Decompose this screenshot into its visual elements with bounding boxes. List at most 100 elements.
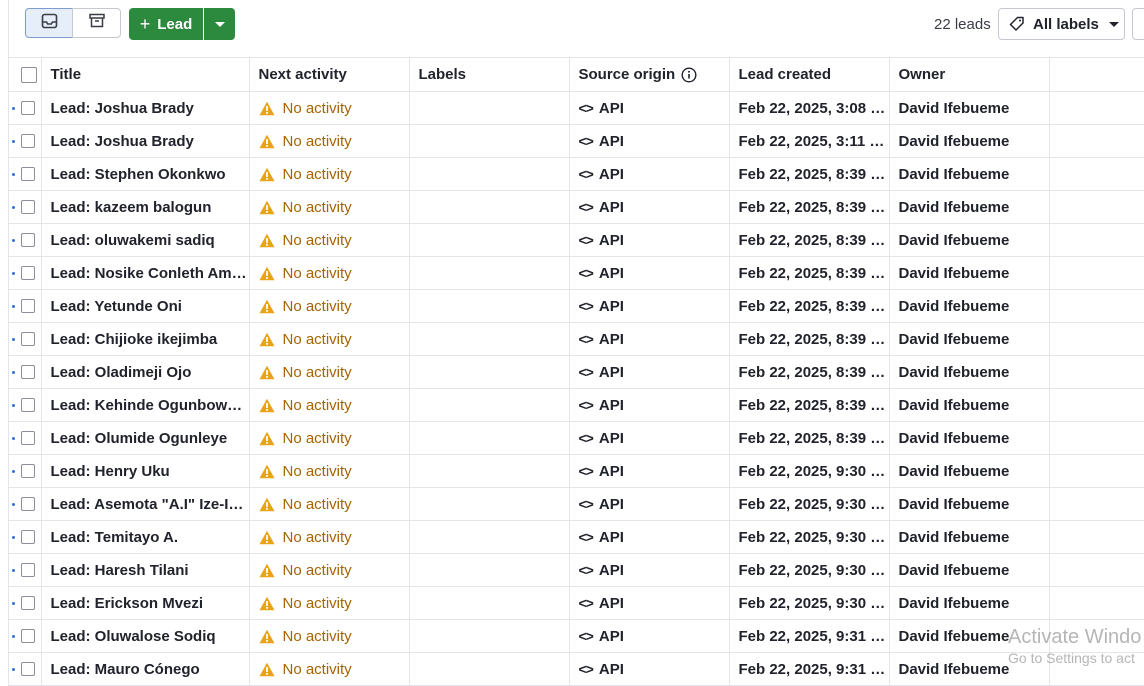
lead-title[interactable]: Lead: Chijioke ikejimba xyxy=(41,322,250,356)
table-row[interactable]: Lead: Kehinde Ogunbow… No activity <> API Fe… xyxy=(9,388,1144,422)
lead-title[interactable]: Lead: Oluwalose Sodiq xyxy=(41,619,250,653)
table-row[interactable]: Lead: Erickson Mvezi No activity <> API Feb … xyxy=(9,586,1144,620)
lead-title[interactable]: Lead: Mauro Cónego xyxy=(41,652,250,686)
owner-cell[interactable]: David Ifebueme xyxy=(889,553,1050,587)
owner-cell[interactable]: David Ifebueme xyxy=(889,355,1050,389)
table-row[interactable]: Lead: Henry Uku No activity <> API Feb 22, 2… xyxy=(9,454,1144,488)
row-checkbox[interactable] xyxy=(21,200,35,214)
row-checkbox[interactable] xyxy=(21,332,35,346)
row-checkbox[interactable] xyxy=(21,134,35,148)
next-activity-cell[interactable]: No activity xyxy=(249,487,410,521)
owner-cell[interactable]: David Ifebueme xyxy=(889,454,1050,488)
labels-cell[interactable] xyxy=(409,124,570,158)
table-row[interactable]: Lead: Joshua Brady No activity <> API Feb 22… xyxy=(9,124,1144,158)
lead-title[interactable]: Lead: Joshua Brady xyxy=(41,91,250,125)
row-checkbox[interactable] xyxy=(21,101,35,115)
next-activity-cell[interactable]: No activity xyxy=(249,190,410,224)
row-checkbox[interactable] xyxy=(21,497,35,511)
add-lead-dropdown-button[interactable] xyxy=(204,8,235,40)
lead-title[interactable]: Lead: Yetunde Oni xyxy=(41,289,250,323)
lead-title[interactable]: Lead: Nosike Conleth Am… xyxy=(41,256,250,290)
row-checkbox[interactable] xyxy=(21,662,35,676)
lead-title[interactable]: Lead: kazeem balogun xyxy=(41,190,250,224)
labels-cell[interactable] xyxy=(409,355,570,389)
labels-cell[interactable] xyxy=(409,190,570,224)
inbox-view-button[interactable] xyxy=(25,8,73,38)
table-row[interactable]: Lead: Haresh Tilani No activity <> API Feb 2… xyxy=(9,553,1144,587)
table-row[interactable]: Lead: Oladimeji Ojo No activity <> API Feb 2… xyxy=(9,355,1144,389)
row-checkbox[interactable] xyxy=(21,464,35,478)
next-activity-cell[interactable]: No activity xyxy=(249,322,410,356)
labels-cell[interactable] xyxy=(409,553,570,587)
next-activity-cell[interactable]: No activity xyxy=(249,256,410,290)
lead-title[interactable]: Lead: Olumide Ogunleye xyxy=(41,421,250,455)
table-row[interactable]: Lead: Joshua Brady No activity <> API Feb 22… xyxy=(9,91,1144,125)
row-checkbox[interactable] xyxy=(21,563,35,577)
table-row[interactable]: Lead: Yetunde Oni No activity <> API Feb 22,… xyxy=(9,289,1144,323)
archive-view-button[interactable] xyxy=(72,8,121,38)
toolbar-overflow-button[interactable] xyxy=(1132,8,1144,40)
next-activity-cell[interactable]: No activity xyxy=(249,91,410,125)
row-checkbox[interactable] xyxy=(21,629,35,643)
next-activity-cell[interactable]: No activity xyxy=(249,421,410,455)
table-row[interactable]: Lead: oluwakemi sadiq No activity <> API Feb… xyxy=(9,223,1144,257)
labels-cell[interactable] xyxy=(409,619,570,653)
row-checkbox[interactable] xyxy=(21,398,35,412)
table-row[interactable]: Lead: Olumide Ogunleye No activity <> API Fe… xyxy=(9,421,1144,455)
lead-title[interactable]: Lead: Oladimeji Ojo xyxy=(41,355,250,389)
owner-cell[interactable]: David Ifebueme xyxy=(889,256,1050,290)
labels-cell[interactable] xyxy=(409,322,570,356)
next-activity-cell[interactable]: No activity xyxy=(249,553,410,587)
table-row[interactable]: Lead: Stephen Okonkwo No activity <> API Feb… xyxy=(9,157,1144,191)
labels-cell[interactable] xyxy=(409,586,570,620)
row-checkbox[interactable] xyxy=(21,299,35,313)
owner-cell[interactable]: David Ifebueme xyxy=(889,91,1050,125)
next-activity-cell[interactable]: No activity xyxy=(249,619,410,653)
table-row[interactable]: Lead: Temitayo A. No activity <> API Feb 22,… xyxy=(9,520,1144,554)
lead-title[interactable]: Lead: Henry Uku xyxy=(41,454,250,488)
next-activity-cell[interactable]: No activity xyxy=(249,520,410,554)
owner-cell[interactable]: David Ifebueme xyxy=(889,289,1050,323)
next-activity-cell[interactable]: No activity xyxy=(249,355,410,389)
owner-cell[interactable]: David Ifebueme xyxy=(889,124,1050,158)
next-activity-cell[interactable]: No activity xyxy=(249,586,410,620)
row-checkbox[interactable] xyxy=(21,530,35,544)
lead-title[interactable]: Lead: Asemota "A.I" Ize-I… xyxy=(41,487,250,521)
labels-cell[interactable] xyxy=(409,652,570,686)
labels-cell[interactable] xyxy=(409,256,570,290)
lead-title[interactable]: Lead: Stephen Okonkwo xyxy=(41,157,250,191)
owner-cell[interactable]: David Ifebueme xyxy=(889,322,1050,356)
table-row[interactable]: Lead: Mauro Cónego No activity <> API Feb 22… xyxy=(9,652,1144,686)
next-activity-cell[interactable]: No activity xyxy=(249,652,410,686)
row-checkbox[interactable] xyxy=(21,167,35,181)
lead-title[interactable]: Lead: Erickson Mvezi xyxy=(41,586,250,620)
column-header-next-activity[interactable]: Next activity xyxy=(249,57,410,92)
next-activity-cell[interactable]: No activity xyxy=(249,388,410,422)
row-checkbox[interactable] xyxy=(21,596,35,610)
labels-cell[interactable] xyxy=(409,289,570,323)
table-row[interactable]: Lead: Oluwalose Sodiq No activity <> API Feb… xyxy=(9,619,1144,653)
add-lead-button[interactable]: + Lead xyxy=(129,8,203,40)
owner-cell[interactable]: David Ifebueme xyxy=(889,520,1050,554)
next-activity-cell[interactable]: No activity xyxy=(249,289,410,323)
row-checkbox[interactable] xyxy=(21,431,35,445)
owner-cell[interactable]: David Ifebueme xyxy=(889,586,1050,620)
lead-title[interactable]: Lead: Haresh Tilani xyxy=(41,553,250,587)
row-checkbox[interactable] xyxy=(21,365,35,379)
labels-cell[interactable] xyxy=(409,421,570,455)
labels-cell[interactable] xyxy=(409,487,570,521)
lead-title[interactable]: Lead: oluwakemi sadiq xyxy=(41,223,250,257)
labels-cell[interactable] xyxy=(409,520,570,554)
labels-cell[interactable] xyxy=(409,223,570,257)
labels-cell[interactable] xyxy=(409,454,570,488)
labels-cell[interactable] xyxy=(409,91,570,125)
owner-cell[interactable]: David Ifebueme xyxy=(889,190,1050,224)
lead-title[interactable]: Lead: Kehinde Ogunbow… xyxy=(41,388,250,422)
info-icon[interactable] xyxy=(681,67,697,83)
owner-cell[interactable]: David Ifebueme xyxy=(889,157,1050,191)
labels-cell[interactable] xyxy=(409,388,570,422)
owner-cell[interactable]: David Ifebueme xyxy=(889,388,1050,422)
column-header-labels[interactable]: Labels xyxy=(409,57,570,92)
column-header-lead-created[interactable]: Lead created xyxy=(729,57,890,92)
next-activity-cell[interactable]: No activity xyxy=(249,157,410,191)
